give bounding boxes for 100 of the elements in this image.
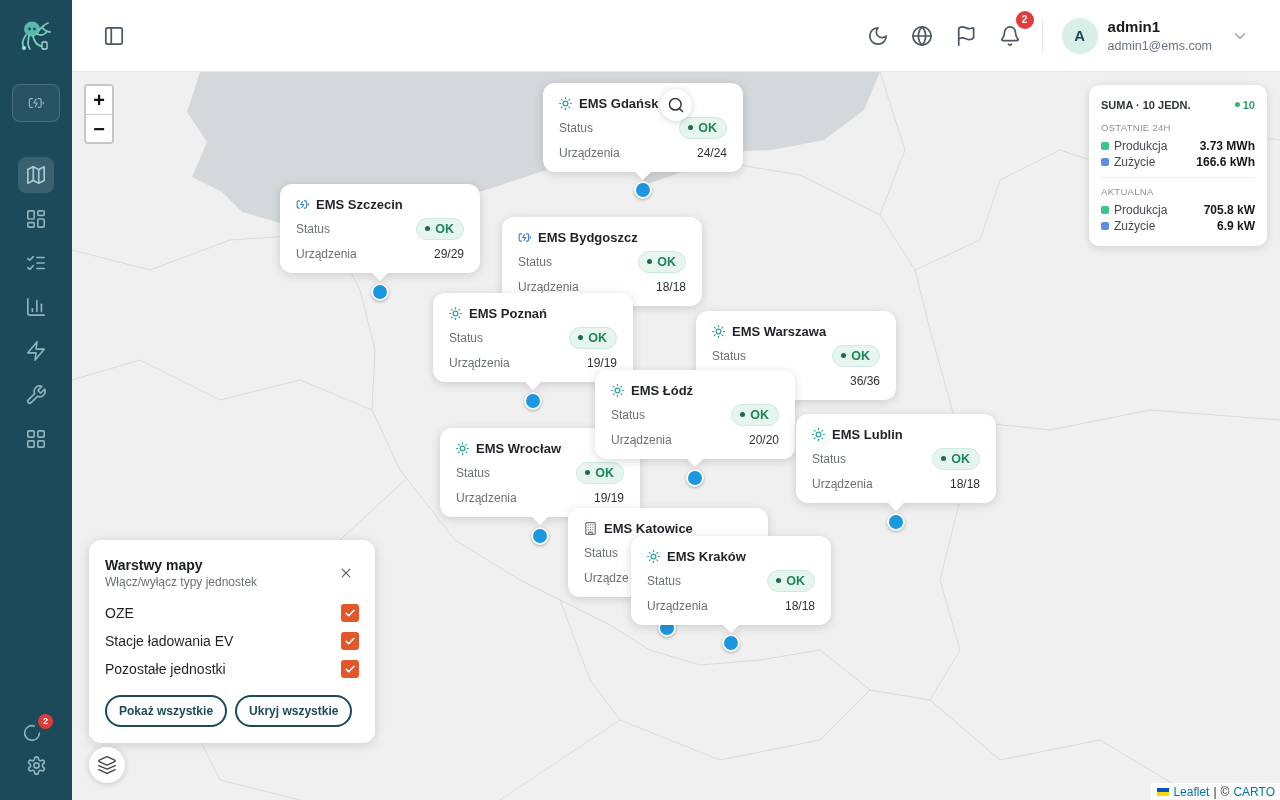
devices-count: 29/29 [433,246,464,261]
metric-value: 6.9 kW [1217,219,1255,233]
user-email: admin1@ems.com [1107,37,1212,54]
status-label: Status [611,407,646,422]
checkmark-icon [344,635,356,647]
status-text: OK [588,330,607,345]
map-marker[interactable] [371,283,389,301]
popup-title: EMS Łódź [631,382,694,398]
popup-title: EMS Warszawa [732,323,827,339]
grid-icon [26,429,46,449]
status-text: OK [698,120,717,135]
status-text: OK [657,254,676,269]
status-dot-icon [578,335,584,340]
devices-label: Urządzenia [456,490,517,505]
status-text: OK [786,573,805,588]
user-avatar: A [1061,17,1098,54]
sidebar-panel-icon [104,25,124,46]
alerts-button[interactable]: 2 [21,714,53,744]
sidebar-item[interactable] [18,157,54,193]
status-label: Status [449,330,484,345]
spinner-icon [23,724,41,742]
search-icon [668,97,684,113]
bar-chart-icon [26,297,46,317]
sun-icon [456,441,469,455]
copyright-text: © [1220,784,1230,799]
devices-label: Urządzenia [812,476,873,491]
popup-title: EMS Poznań [469,305,547,321]
globe-icon [911,25,932,46]
online-dot-icon [1234,102,1240,107]
metric-value: 705.8 kW [1203,203,1255,217]
popup-title: EMS Katowice [604,520,693,536]
map-marker[interactable] [531,527,549,545]
devices-count: 24/24 [696,145,727,160]
devices-count: 18/18 [655,279,686,294]
devices-count: 36/36 [849,373,880,388]
status-label: Status [584,545,619,560]
metric-label: Zużycie [1114,155,1156,169]
status-label: Status [559,120,594,135]
status-label: Status [712,348,747,363]
carto-link[interactable]: CARTO [1233,784,1275,799]
metric-value: 3.73 MWh [1199,139,1255,153]
layers-icon [98,756,116,774]
checkbox[interactable] [341,604,359,622]
hide-all-button[interactable]: Ukryj wszystkie [235,695,353,727]
status-dot-icon [647,259,653,264]
map-marker[interactable] [722,634,740,652]
sun-icon [611,383,624,397]
devices-label: Urządzenia [449,355,510,370]
leaflet-link[interactable]: Leaflet [1173,784,1210,799]
popup-title: EMS Kraków [667,548,746,564]
status-text: OK [435,221,454,236]
devices-label: Urządzenia [647,598,708,613]
bell-icon [999,25,1020,46]
sun-icon [712,324,725,338]
summary-title: SUMA · 10 JEDN. [1101,98,1191,111]
map-marker[interactable] [634,181,652,199]
status-label: Status [647,573,682,588]
wrench-icon [26,385,46,405]
devices-label: Urządzenia [559,145,620,160]
show-all-button[interactable]: Pokaż wszystkie [105,695,228,727]
layers-toggle-button[interactable] [89,747,125,783]
devices-label: Urządzenia [611,432,672,447]
layer-label: Pozostałe jednostki [105,661,226,677]
status-dot-icon [841,353,847,358]
layer-label: OZE [105,605,134,621]
sun-icon [812,427,825,441]
checkbox[interactable] [341,632,359,650]
section-label: AKTUALNA [1101,186,1154,198]
ev-charger-icon [296,197,309,211]
status-dot-icon [740,412,746,417]
close-icon [339,566,353,580]
devices-label: Urządze [584,570,629,585]
unit-switch-button[interactable] [12,84,60,122]
map-marker[interactable] [686,469,704,487]
checklist-icon [26,253,46,273]
status-dot-icon [425,226,431,231]
status-label: Status [296,221,331,236]
dashboard-icon [26,209,46,229]
zoom-out-button[interactable]: − [86,114,112,142]
layer-label: Stacje ładowania EV [105,633,234,649]
online-count: 10 [1242,98,1255,111]
sun-icon [559,96,572,110]
popup-title: EMS Wrocław [476,440,561,456]
map-marker[interactable] [887,513,905,531]
building-icon [584,521,597,535]
user-name: admin1 [1107,17,1161,36]
popup-title: EMS Szczecin [316,196,403,212]
checkmark-icon [344,607,356,619]
separator-text: | [1213,784,1217,799]
notification-badge: 2 [1015,10,1034,29]
status-text: OK [851,348,870,363]
status-label: Status [518,254,553,269]
status-dot-icon [585,470,591,475]
devices-count: 20/20 [748,432,779,447]
status-dot-icon [688,125,694,130]
devices-count: 18/18 [949,476,980,491]
status-label: Status [456,465,491,480]
status-text: OK [750,407,769,422]
checkbox[interactable] [341,660,359,678]
map-marker[interactable] [524,392,542,410]
